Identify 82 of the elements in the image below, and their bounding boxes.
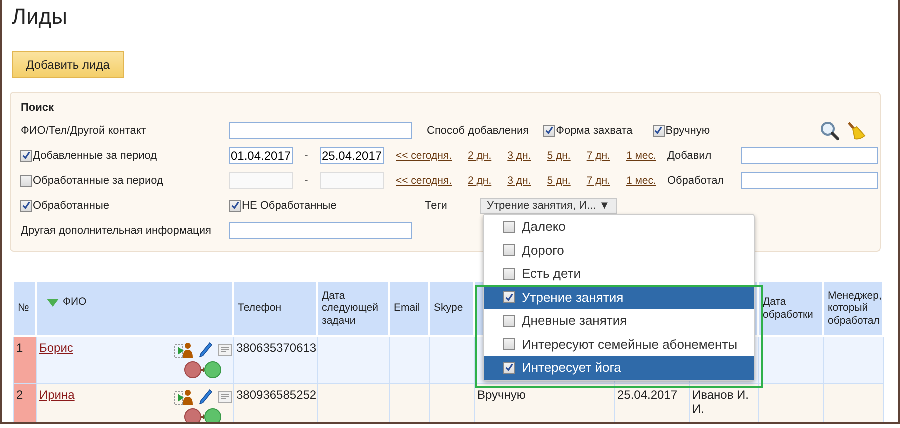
table-cell: Вручную <box>478 388 526 402</box>
contact-field[interactable] <box>229 122 412 139</box>
column-header[interactable]: Телефон <box>238 302 282 315</box>
checkbox[interactable] <box>652 124 665 136</box>
row-number: 2 <box>16 388 24 402</box>
quick-period-link[interactable]: 1 мес. <box>626 150 656 162</box>
quick-period-link[interactable]: 7 дн. <box>586 150 610 162</box>
checkbox[interactable] <box>503 314 515 327</box>
person-play-icon[interactable] <box>174 388 194 406</box>
broom-icon[interactable] <box>846 120 866 140</box>
page-title: Лиды <box>12 4 68 30</box>
note-icon[interactable] <box>218 344 232 356</box>
quick-period-link[interactable]: 5 дн. <box>547 150 571 162</box>
checkbox[interactable] <box>503 220 515 233</box>
quick-period-link[interactable]: 3 дн. <box>508 150 532 162</box>
person-label: Добавил <box>667 150 713 162</box>
checkbox-label: НЕ Обработанные <box>242 200 337 212</box>
checkbox[interactable] <box>503 244 515 256</box>
tag-option[interactable]: Утрение занятия <box>484 286 754 309</box>
checkbox[interactable] <box>20 200 32 212</box>
date-to-field[interactable] <box>320 172 384 189</box>
date-from-field[interactable]: 01.04.2017 <box>229 147 293 164</box>
checkbox[interactable] <box>543 124 556 136</box>
column-header[interactable]: Skype <box>434 302 464 315</box>
quick-period-link[interactable]: 5 дн. <box>547 174 571 186</box>
lead-name-link[interactable]: Борис <box>40 341 74 379</box>
person-field[interactable] <box>741 172 878 189</box>
date-separator: - <box>304 150 310 162</box>
lead-name-link[interactable]: Ирина <box>40 388 75 422</box>
search-icon[interactable] <box>820 120 840 140</box>
tags-dropdown[interactable]: Утрение занятия, И... ▼ <box>480 198 618 214</box>
tag-option[interactable]: Интересует йога <box>484 356 754 380</box>
checkbox[interactable] <box>503 268 515 280</box>
method-label: Способ добавления <box>427 124 530 136</box>
tag-option[interactable]: Далеко <box>484 215 754 238</box>
search-heading: Поиск <box>21 102 56 116</box>
person-label: Обработал <box>667 174 726 186</box>
status-transition-icon[interactable] <box>184 408 222 422</box>
phone-cell: 380936585252 <box>236 388 317 402</box>
checkbox[interactable] <box>503 291 515 304</box>
tag-option[interactable]: Интересуют семейные абонементы <box>484 332 754 356</box>
note-icon[interactable] <box>218 391 232 403</box>
quick-period-link[interactable]: 2 дн. <box>468 150 492 162</box>
person-field[interactable] <box>741 147 878 164</box>
quick-period-link[interactable]: 3 дн. <box>508 174 532 186</box>
tag-option[interactable]: Дорого <box>484 238 754 262</box>
row-number: 1 <box>16 341 24 355</box>
period-label: Обработанные за период <box>33 174 164 186</box>
quick-period-link[interactable]: 7 дн. <box>586 174 610 186</box>
checkbox[interactable] <box>503 338 515 350</box>
status-transition-icon[interactable] <box>184 361 222 379</box>
date-separator: - <box>304 174 310 186</box>
checkbox-label: Форма захвата <box>556 124 633 136</box>
pencil-icon[interactable] <box>198 342 212 358</box>
column-header[interactable]: Email <box>394 302 420 315</box>
checkbox[interactable] <box>20 174 32 186</box>
column-header[interactable]: ФИО <box>63 296 87 309</box>
tags-label: Теги <box>425 200 448 212</box>
tag-option[interactable]: Есть дети <box>484 262 754 286</box>
quick-period-link[interactable]: 1 мес. <box>626 174 656 186</box>
add-lead-button[interactable]: Добавить лида <box>12 51 124 78</box>
table-cell: 25.04.2017 <box>618 388 678 402</box>
phone-cell: 380635370613 <box>236 341 317 355</box>
person-play-icon[interactable] <box>174 341 194 359</box>
checkbox-label: Вручную <box>666 124 710 136</box>
date-to-field[interactable]: 25.04.2017 <box>320 147 384 164</box>
tag-option[interactable]: Дневные занятия <box>484 309 754 332</box>
quick-period-link[interactable]: << сегодня. <box>396 150 452 162</box>
checkbox[interactable] <box>20 150 32 162</box>
other-info-label: Другая дополнительная информация <box>21 224 212 236</box>
period-label: Добавленные за период <box>33 150 158 162</box>
date-from-field[interactable] <box>229 172 293 189</box>
other-info-field[interactable] <box>229 222 412 239</box>
contact-label: ФИО/Тел/Другой контакт <box>21 124 148 136</box>
column-header[interactable]: № <box>18 302 30 315</box>
quick-period-link[interactable]: << сегодня. <box>396 174 452 186</box>
pencil-icon[interactable] <box>198 389 212 405</box>
checkbox[interactable] <box>503 362 515 374</box>
quick-period-link[interactable]: 2 дн. <box>468 174 492 186</box>
checkbox-label: Обработанные <box>33 200 110 212</box>
checkbox[interactable] <box>229 200 241 212</box>
table-cell: Иванов И. И. <box>692 388 750 416</box>
